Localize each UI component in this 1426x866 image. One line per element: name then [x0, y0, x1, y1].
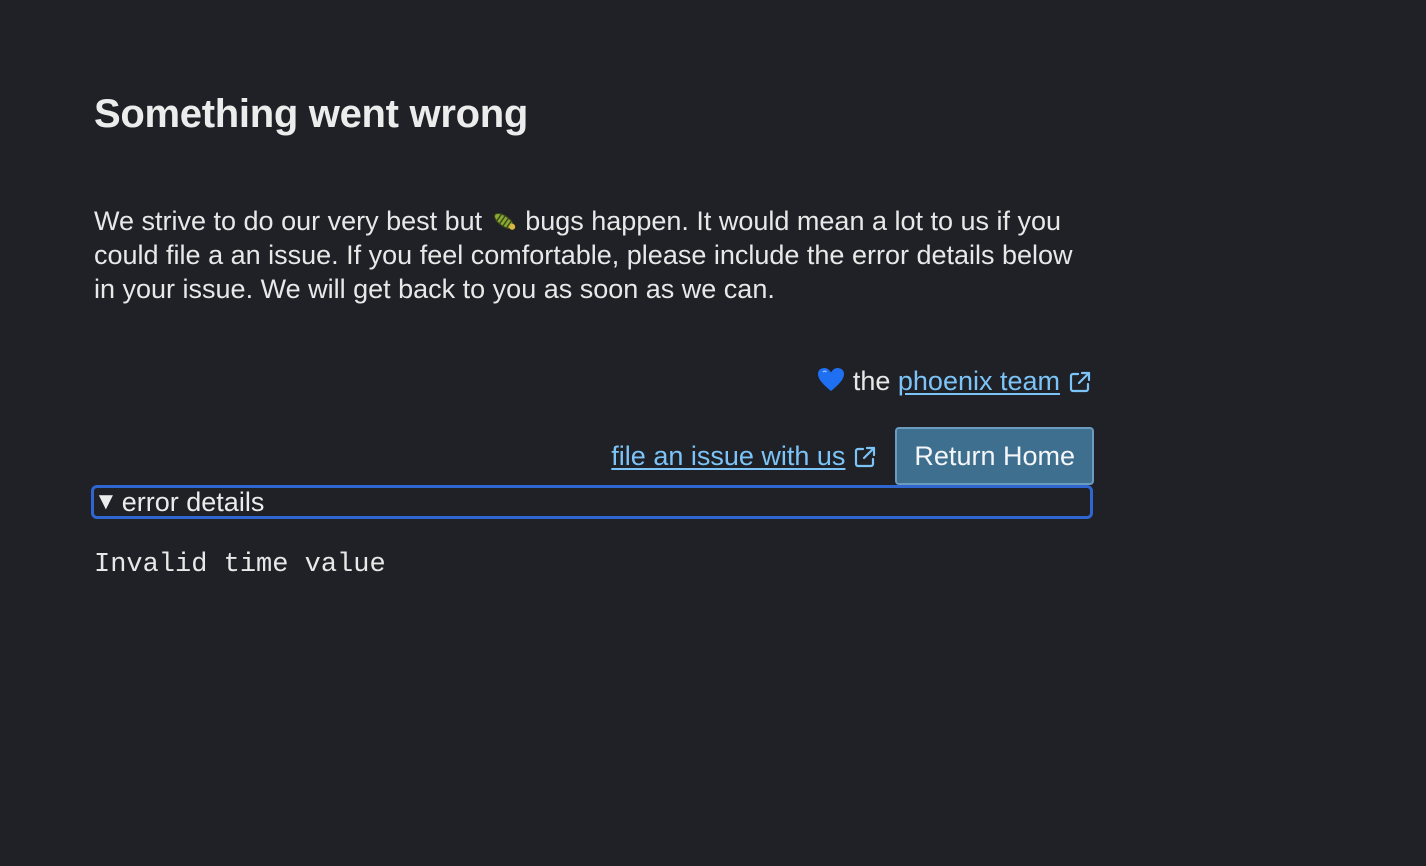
error-message-paragraph: We strive to do our very best but bugs h…: [94, 204, 1096, 306]
signature-prefix: the: [852, 366, 891, 396]
file-issue-link[interactable]: file an issue with us: [611, 441, 877, 472]
blue-heart-icon: [818, 368, 845, 391]
error-details-summary[interactable]: ▼ error details: [91, 485, 1093, 519]
error-details-text: Invalid time value: [94, 550, 386, 580]
disclosure-triangle-icon: ▼: [94, 488, 118, 515]
error-actions: file an issue with us Return Home: [611, 427, 1094, 485]
error-details-label: error details: [121, 486, 265, 517]
phoenix-team-link-label: phoenix team: [897, 366, 1060, 396]
team-signature: the phoenix team: [817, 364, 1092, 398]
file-issue-link-label: file an issue with us: [611, 440, 846, 471]
bug-icon: [493, 212, 515, 230]
return-home-button[interactable]: Return Home: [895, 427, 1094, 485]
message-text-start: We strive to do our very best but: [94, 206, 483, 236]
external-link-icon: [1069, 371, 1091, 393]
external-link-icon: [855, 446, 876, 467]
phoenix-team-link[interactable]: phoenix team: [898, 366, 1092, 396]
page-title: Something went wrong: [94, 92, 528, 136]
